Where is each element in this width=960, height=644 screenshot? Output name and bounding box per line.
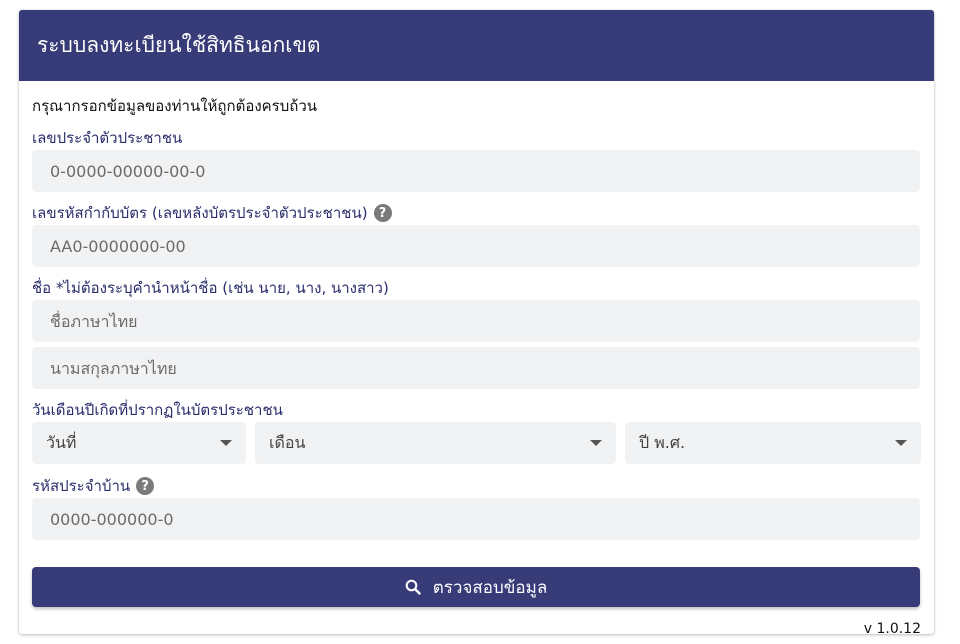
card-header: ระบบลงทะเบียนใช้สิทธินอกเขต <box>19 10 934 81</box>
chevron-down-icon <box>590 440 602 446</box>
birth-day-select[interactable]: วันที่ <box>32 422 246 464</box>
birth-month-value: เดือน <box>269 432 306 452</box>
citizen-id-label: เลขประจำตัวประชาชน <box>32 126 182 150</box>
laser-code-label: เลขรหัสกำกับบัตร (เลขหลังบัตรประจำตัวประ… <box>32 201 392 225</box>
citizen-id-label-text: เลขประจำตัวประชาชน <box>32 129 183 147</box>
help-icon[interactable]: ? <box>136 477 155 495</box>
form-instruction: กรุณากรอกข้อมูลของท่านให้ถูกต้องครบถ้วน <box>32 97 318 115</box>
last-name-input[interactable] <box>32 347 920 389</box>
house-code-label: รหัสประจำบ้าน ? <box>32 474 155 498</box>
citizen-id-input[interactable] <box>32 150 920 192</box>
name-label: ชื่อ *ไม่ต้องระบุคำนำหน้าชื่อ (เช่น นาย,… <box>32 276 389 300</box>
version-text: v 1.0.12 <box>863 621 921 634</box>
laser-code-input[interactable] <box>32 225 920 267</box>
birth-month-select[interactable]: เดือน <box>255 422 616 464</box>
chevron-down-icon <box>895 440 907 446</box>
help-icon[interactable]: ? <box>373 204 392 222</box>
first-name-input[interactable] <box>32 300 920 342</box>
verify-button[interactable]: ตรวจสอบข้อมูล <box>32 567 920 607</box>
birthdate-label-text: วันเดือนปีเกิดที่ปรากฏในบัตรประชาชน <box>32 401 283 419</box>
name-label-text: ชื่อ *ไม่ต้องระบุคำนำหน้าชื่อ (เช่น นาย,… <box>32 279 389 297</box>
birth-year-select[interactable]: ปี พ.ศ. <box>625 422 921 464</box>
birthdate-label: วันเดือนปีเกิดที่ปรากฏในบัตรประชาชน <box>32 398 283 422</box>
house-code-input[interactable] <box>32 498 920 540</box>
chevron-down-icon <box>220 440 232 446</box>
birth-day-value: วันที่ <box>46 432 77 452</box>
laser-code-label-text: เลขรหัสกำกับบัตร (เลขหลังบัตรประจำตัวประ… <box>32 204 368 222</box>
birth-year-value: ปี พ.ศ. <box>639 432 686 452</box>
house-code-label-text: รหัสประจำบ้าน <box>32 477 131 495</box>
search-icon <box>405 579 421 595</box>
registration-card: ระบบลงทะเบียนใช้สิทธินอกเขต กรุณากรอกข้อ… <box>19 10 934 634</box>
page-title: ระบบลงทะเบียนใช้สิทธินอกเขต <box>37 33 321 57</box>
verify-button-label: ตรวจสอบข้อมูล <box>432 577 548 598</box>
